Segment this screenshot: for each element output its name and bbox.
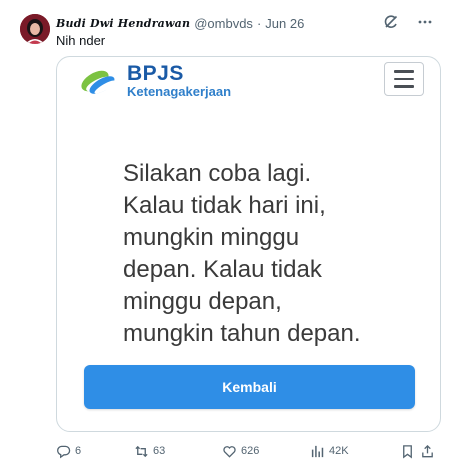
logo-title: BPJS <box>127 62 184 85</box>
share-action[interactable] <box>420 444 440 459</box>
menu-bar <box>394 85 414 88</box>
author-handle[interactable]: @ombvds <box>194 16 253 31</box>
menu-bar <box>394 70 414 73</box>
tweet: Budi Dwi Hendrawan @ombvds · Jun 26 Nih … <box>0 0 452 462</box>
menu-bar <box>394 77 414 81</box>
tweet-date[interactable]: Jun 26 <box>265 16 304 31</box>
reply-action[interactable]: 6 <box>56 444 134 459</box>
retweet-icon <box>135 445 148 457</box>
avatar-image <box>20 14 50 44</box>
error-message: Silakan coba lagi. Kalau tidak hari ini,… <box>123 160 361 347</box>
more-icon[interactable] <box>416 13 434 31</box>
bookmark-action[interactable] <box>400 444 420 459</box>
like-count: 626 <box>241 445 260 457</box>
tweet-media-image[interactable]: BPJS Ketenagakerjaan Silakan coba lagi. … <box>56 56 441 432</box>
retweet-count: 63 <box>153 445 166 457</box>
grok-icon[interactable] <box>382 13 400 31</box>
bpjs-leaf-icon <box>81 70 116 94</box>
hamburger-menu-icon <box>384 62 424 96</box>
tweet-text: Nih nder <box>56 33 106 48</box>
separator: · <box>256 15 262 31</box>
tweet-actions: 6 63 626 42K <box>56 442 442 460</box>
bookmark-icon <box>403 444 412 458</box>
share-icon <box>422 444 433 457</box>
avatar[interactable] <box>20 14 50 44</box>
author-name[interactable]: Budi Dwi Hendrawan <box>56 17 190 30</box>
kembali-button: Kembali <box>84 365 415 409</box>
logo-subtitle: Ketenagakerjaan <box>127 84 232 99</box>
heart-icon <box>223 445 236 458</box>
views-count: 42K <box>329 445 349 457</box>
like-action[interactable]: 626 <box>222 444 310 459</box>
retweet-action[interactable]: 63 <box>134 444 222 459</box>
views-action[interactable]: 42K <box>310 444 400 459</box>
views-icon <box>311 445 324 457</box>
reply-icon <box>57 445 71 458</box>
tweet-top-actions <box>382 13 434 31</box>
bpjs-logo: BPJS Ketenagakerjaan <box>77 63 231 98</box>
tweet-header: Budi Dwi Hendrawan @ombvds · Jun 26 <box>56 14 304 32</box>
reply-count: 6 <box>75 445 82 457</box>
